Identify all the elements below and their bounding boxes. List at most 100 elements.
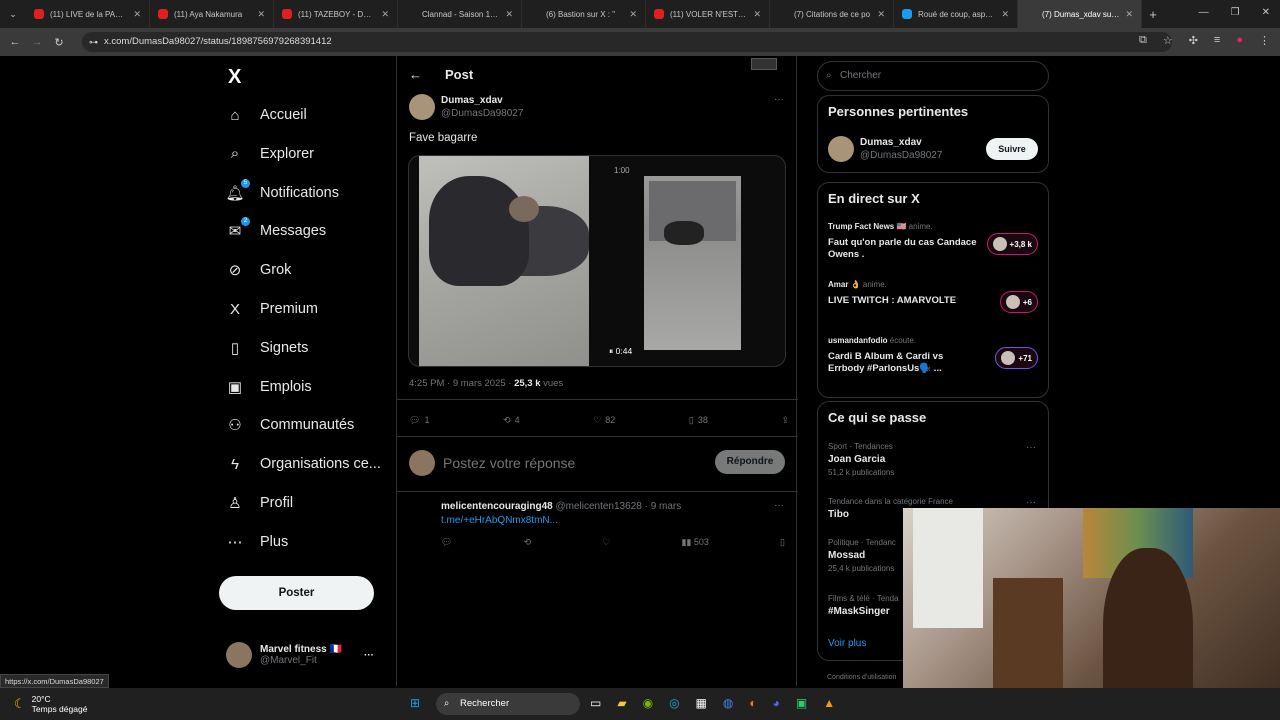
- close-tab-icon[interactable]: ✕: [629, 9, 637, 20]
- follow-button[interactable]: Suivre: [986, 138, 1038, 160]
- close-tab-icon[interactable]: ✕: [133, 9, 141, 20]
- close-tab-icon[interactable]: ✕: [257, 9, 265, 20]
- close-tab-icon[interactable]: ✕: [877, 9, 885, 20]
- nav-item[interactable]: ⊘ Grok: [226, 261, 292, 279]
- reply-input[interactable]: Postez votre réponse: [443, 455, 575, 471]
- close-tab-icon[interactable]: ✕: [505, 9, 513, 20]
- reply-link[interactable]: t.me/+eHrAbQNmx8tmN...: [441, 514, 681, 528]
- nav-item[interactable]: ⌂ Accueil: [226, 106, 306, 124]
- account-switcher[interactable]: Marvel fitness 🇫🇷 @Marvel_Fit ···: [226, 642, 374, 668]
- trend-item[interactable]: Films & télé · Tenda #MaskSinger: [828, 592, 899, 618]
- nav-item[interactable]: ▯ Signets: [226, 339, 309, 357]
- nav-item[interactable]: ♙ Profil: [226, 494, 293, 512]
- video-player[interactable]: 1:00 ⏸ 0:44: [408, 155, 786, 367]
- task-view-icon[interactable]: ▭: [590, 696, 601, 710]
- relevant-user[interactable]: Dumas_xdav @DumasDa98027: [860, 136, 942, 162]
- reply-tweet[interactable]: melicentencouraging48 @melicenten13628 ·…: [441, 500, 681, 528]
- back-arrow-icon[interactable]: ←: [409, 67, 422, 82]
- file-explorer-icon[interactable]: ▰: [617, 696, 626, 710]
- tweet-date[interactable]: 4:25 PM · 9 mars 2025 ·: [409, 378, 514, 389]
- edge-icon[interactable]: ◎: [669, 696, 679, 710]
- close-tab-icon[interactable]: ✕: [1001, 9, 1009, 20]
- repost-button[interactable]: ⟲ 4: [503, 412, 520, 428]
- live-item[interactable]: usmandanfodio écoute. Cardi B Album & Car…: [828, 335, 978, 375]
- more-icon[interactable]: ···: [364, 650, 374, 661]
- minimize-icon[interactable]: —: [1199, 7, 1209, 18]
- close-tab-icon[interactable]: ✕: [753, 9, 761, 20]
- back-icon[interactable]: ←: [4, 36, 26, 48]
- more-icon[interactable]: ···: [774, 94, 784, 105]
- taskbar-search[interactable]: ⌕ Rechercher: [436, 693, 580, 715]
- nav-item[interactable]: 🔔︎ 5 Notifications: [225, 178, 339, 202]
- heart-icon[interactable]: ♡: [602, 537, 610, 548]
- site-info-icon[interactable]: ⊶: [89, 32, 98, 52]
- live-listeners-pill[interactable]: +3,8 k: [986, 233, 1038, 255]
- close-window-icon[interactable]: ✕: [1262, 7, 1270, 18]
- close-tab-icon[interactable]: ✕: [1125, 9, 1133, 20]
- live-item[interactable]: Trump Fact News 🇺🇸 anime. Faut qu'on parl…: [828, 221, 978, 261]
- new-tab-button[interactable]: +: [1142, 7, 1164, 22]
- live-listeners-pill[interactable]: +71: [995, 347, 1038, 369]
- pause-icon[interactable]: ⏸: [609, 346, 616, 356]
- live-listeners-pill[interactable]: +6: [999, 291, 1038, 313]
- nav-item[interactable]: ✉ 2 Messages: [226, 217, 326, 240]
- forward-icon[interactable]: →: [26, 36, 48, 48]
- discord-icon[interactable]: ◕: [773, 696, 780, 710]
- repost-icon[interactable]: ⟲: [524, 537, 532, 548]
- reload-icon[interactable]: ↻: [48, 36, 70, 49]
- trend-item[interactable]: Politique · Tendanc Mossad 25,4 k publicat…: [828, 536, 896, 575]
- reply-submit-button[interactable]: Répondre: [715, 450, 785, 474]
- nav-item[interactable]: ⌕ Explorer: [226, 145, 314, 163]
- like-button[interactable]: ♡ 82: [593, 412, 615, 428]
- more-icon[interactable]: ···: [1026, 497, 1036, 508]
- browser-tab[interactable]: (7) Dumas_xdav sur X ✕: [1018, 0, 1142, 28]
- chrome-icon[interactable]: ◍: [723, 696, 733, 710]
- post-button[interactable]: Poster: [219, 576, 374, 610]
- close-tab-icon[interactable]: ✕: [381, 9, 389, 20]
- nav-item[interactable]: ϟ Organisations ce...: [226, 455, 381, 473]
- nav-item[interactable]: ▣ Emplois: [226, 378, 312, 396]
- tweet-author[interactable]: Dumas_xdav @DumasDa98027: [409, 94, 523, 120]
- bookmark-button[interactable]: ▯ 38: [689, 412, 708, 428]
- app-icon[interactable]: ▣: [796, 696, 807, 710]
- trend-item[interactable]: Sport · Tendances Joan Garcia 51,2 k publi…: [828, 440, 894, 479]
- browser-tab[interactable]: (11) LIVE de la PASSI ✕: [26, 0, 150, 28]
- firefox-icon[interactable]: ◐: [749, 696, 756, 710]
- vlc-icon[interactable]: ▲: [823, 696, 835, 710]
- browser-tab[interactable]: (11) Aya Nakamura ✕: [150, 0, 274, 28]
- browser-tab[interactable]: Roué de coup, asperg ✕: [894, 0, 1018, 28]
- reply-icon[interactable]: 💬︎: [441, 537, 452, 548]
- windows-start-icon[interactable]: ⊞: [410, 696, 420, 710]
- bookmark-star-icon[interactable]: ☆: [1163, 34, 1173, 47]
- profile-icon[interactable]: ●: [1236, 34, 1243, 47]
- nav-item[interactable]: ⚇ Communautés: [226, 416, 354, 434]
- address-bar[interactable]: ⊶ x.com/DumasDa98027/status/189875697926…: [82, 32, 1172, 52]
- browser-tab[interactable]: (11) VOLER N'EST PA ✕: [646, 0, 770, 28]
- share-button[interactable]: ⇪: [781, 412, 789, 428]
- x-logo[interactable]: X: [228, 66, 241, 89]
- media-icon[interactable]: ≡: [1214, 34, 1220, 47]
- browser-tab[interactable]: (7) Citations de ce po ✕: [770, 0, 894, 28]
- extensions-icon[interactable]: ✣: [1189, 34, 1198, 47]
- browser-tab[interactable]: Clannad - Saison 1 | A ✕: [398, 0, 522, 28]
- views-button[interactable]: ▮▮ 503: [681, 537, 708, 548]
- browser-tab[interactable]: (11) TAZEBOY - Dans ✕: [274, 0, 398, 28]
- browser-tab[interactable]: (6) Bastion sur X : " ✕: [522, 0, 646, 28]
- see-more-link[interactable]: Voir plus: [828, 638, 866, 649]
- more-icon[interactable]: ···: [774, 500, 784, 511]
- nav-item[interactable]: X Premium: [226, 300, 318, 318]
- footer-link[interactable]: Conditions d'utilisation: [827, 674, 896, 681]
- weather-widget[interactable]: ☾ 20°C Temps dégagé: [14, 694, 87, 714]
- video-controls[interactable]: ⏸ 0:44: [609, 346, 632, 357]
- bookmark-icon[interactable]: ▯: [780, 537, 785, 548]
- live-item[interactable]: Amar 👌 anime. LIVE TWITCH : AMARVOLTE: [828, 279, 978, 307]
- reply-button[interactable]: 💬︎ 1: [409, 412, 429, 428]
- install-icon[interactable]: ⧉: [1139, 34, 1147, 47]
- maximize-icon[interactable]: ❐: [1231, 7, 1240, 18]
- search-input[interactable]: ⌕ Chercher: [817, 61, 1049, 91]
- store-icon[interactable]: ▦: [696, 696, 707, 710]
- nav-item[interactable]: ⋯ Plus: [226, 533, 289, 551]
- menu-icon[interactable]: ⋮: [1259, 34, 1270, 47]
- tab-list-icon[interactable]: ⌄: [0, 9, 26, 20]
- more-icon[interactable]: ···: [1026, 442, 1036, 453]
